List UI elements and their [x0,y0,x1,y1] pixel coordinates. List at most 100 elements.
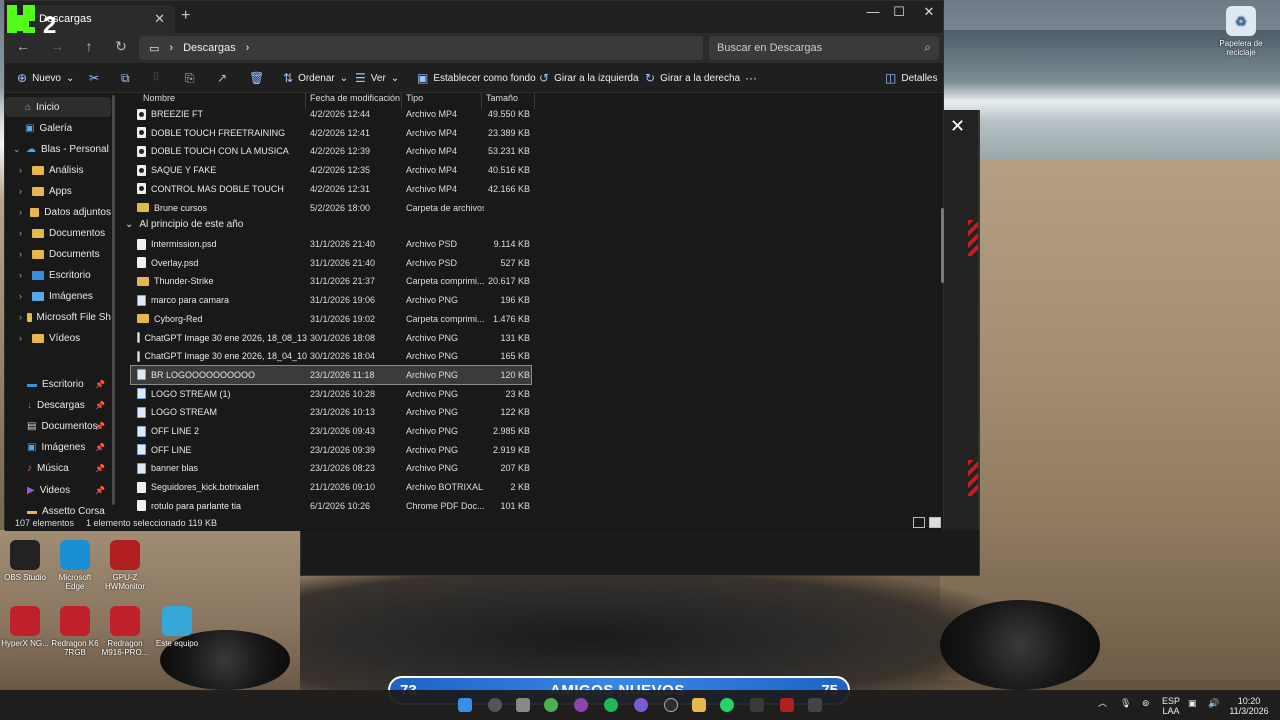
chevron-right-icon[interactable]: › [19,333,27,343]
close-window-button[interactable]: ✕ [913,3,945,23]
refresh-icon[interactable]: ↻ [111,38,131,55]
file-row[interactable]: DOBLE TOUCH CON LA MUSICA 4/2/2026 12:39 A… [131,142,531,160]
vertical-scrollbar[interactable] [941,208,944,283]
chevron-right-icon[interactable]: › [19,165,27,175]
sidebar-item[interactable]: › Imágenes [5,286,111,306]
sidebar-item[interactable]: › Microsoft File Sh [5,307,111,327]
mic-icon[interactable]: 🎙 [1120,698,1131,708]
thumbnail-view-icon[interactable] [929,517,941,528]
chrome-icon[interactable] [544,698,558,712]
quick-access-item[interactable]: ▬ Assetto Corsa [5,501,111,516]
file-row[interactable]: Seguidores_kick.botrixalert 21/1/2026 09:… [131,478,531,496]
spotify-icon[interactable] [604,698,618,712]
file-row[interactable]: marco para camara 31/1/2026 19:06 Archivo … [131,291,531,309]
file-row[interactable]: ChatGPT Image 30 ene 2026, 18_08_13 30/1/… [131,329,531,347]
share-icon[interactable]: ↗ [217,71,227,85]
chevron-down-icon[interactable]: ⌄ [13,144,21,155]
recycle-bin[interactable]: ♻ Papelera de reciclaje [1216,6,1266,57]
volume-icon[interactable]: 🔊 [1208,698,1219,708]
file-row[interactable]: CONTROL MAS DOBLE TOUCH 4/2/2026 12:31 Arc… [131,180,531,198]
file-row[interactable]: Overlay.psd 31/1/2026 21:40 Archivo PSD 527… [131,254,531,272]
obs-icon[interactable] [664,698,678,712]
more-options-button[interactable]: ··· [745,71,757,85]
desktop-shortcut[interactable]: OBS Studio [0,540,50,582]
sidebar-item[interactable]: ⌂ Inicio [5,97,111,117]
copy-icon[interactable]: ⧉ [121,71,130,86]
chevron-up-icon[interactable]: ︿ [1098,698,1107,708]
search-input[interactable]: Buscar en Descargas ⌕ [709,36,939,60]
file-row[interactable]: Thunder-Strike 31/1/2026 21:37 Carpeta com… [131,272,531,290]
chevron-right-icon[interactable]: › [19,186,27,196]
details-view-icon[interactable] [913,517,925,528]
app-icon[interactable] [750,698,764,712]
file-row[interactable]: Brune cursos 5/2/2026 18:00 Carpeta de arc… [131,199,531,217]
rename-icon[interactable]: ⎘ [185,71,195,86]
new-button[interactable]: ⊕ Nuevo ⌄ [17,71,74,85]
discord-icon[interactable] [634,698,648,712]
chevron-right-icon[interactable]: › [19,207,25,217]
sidebar-scrollbar[interactable] [112,95,115,505]
desktop-shortcut[interactable]: GPU-Z HWMonitor [100,540,150,591]
details-button[interactable]: ◫ Detalles [885,71,937,85]
chevron-right-icon[interactable]: › [19,291,27,301]
file-row[interactable]: Cyborg-Red 31/1/2026 19:02 Carpeta comprim… [131,310,531,328]
sidebar-item[interactable]: ▣ Galería [5,118,111,138]
sort-button[interactable]: ⇅ Ordenar ⌄ [283,71,348,85]
file-row[interactable]: rotulo para parlante tia 6/1/2026 10:26 Ch… [131,497,531,515]
tab-close-icon[interactable]: ✕ [154,11,165,27]
breadcrumb[interactable]: ▭ › Descargas › [139,36,703,60]
sidebar-item[interactable]: ⌄ ☁ Blas - Personal [5,139,111,159]
breadcrumb-segment[interactable]: Descargas [183,42,236,54]
desktop-shortcut[interactable]: Este equipo [152,606,202,648]
quick-access-item[interactable]: ↓ Descargas 📌 [5,395,111,415]
sidebar-item[interactable]: › Documentos [5,223,111,243]
desktop-shortcut[interactable]: HyperX NG... [0,606,50,648]
file-row[interactable]: BREEZIE FT 4/2/2026 12:44 Archivo MP4 49.55… [131,105,531,123]
delete-icon[interactable]: 🗑 [249,71,264,85]
whatsapp-icon[interactable] [720,698,734,712]
chevron-right-icon[interactable]: › [19,312,22,322]
rotate-right-button[interactable]: ↻ Girar a la derecha [645,71,740,85]
file-row[interactable]: DOBLE TOUCH FREETRAINING 4/2/2026 12:41 Ar… [131,124,531,142]
view-button[interactable]: ☰ Ver ⌄ [355,71,399,85]
rotate-left-button[interactable]: ↺ Girar a la izquierda [539,71,639,85]
file-row[interactable]: BR LOGOOOOOOOOOO 23/1/2026 11:18 Archivo P… [130,364,532,385]
taskview-icon[interactable] [516,698,530,712]
file-row[interactable]: banner blas 23/1/2026 08:23 Archivo PNG 207… [131,459,531,477]
start-icon[interactable] [458,698,472,712]
file-row[interactable]: OFF LINE 2 23/1/2026 09:43 Archivo PNG 2.98… [131,422,531,440]
app-icon[interactable] [574,698,588,712]
file-row[interactable]: LOGO STREAM (1) 23/1/2026 10:28 Archivo PN… [131,385,531,403]
up-icon[interactable]: ↑ [79,38,99,54]
chevron-right-icon[interactable]: › [19,228,27,238]
file-row[interactable]: LOGO STREAM 23/1/2026 10:13 Archivo PNG 122… [131,403,531,421]
desktop-shortcut[interactable]: Microsoft Edge [50,540,100,591]
clock[interactable]: 10:20 11/3/2026 [1226,696,1272,716]
file-explorer-icon[interactable] [692,698,706,712]
sidebar-item[interactable]: › Apps [5,181,111,201]
set-background-button[interactable]: ▣ Establecer como fondo [417,71,536,85]
quick-access-item[interactable]: ▣ Imágenes 📌 [5,437,111,457]
chevron-right-icon[interactable]: › [19,270,27,280]
quick-access-item[interactable]: ♪ Música 📌 [5,458,111,478]
search-icon[interactable] [488,698,502,712]
sidebar-item[interactable]: › Análisis [5,160,111,180]
language-indicator[interactable]: ESP LAA [1162,696,1180,716]
paste-icon[interactable]: ▯ [153,71,159,82]
sidebar-item[interactable]: › Escritorio [5,265,111,285]
file-row[interactable]: ChatGPT Image 30 ene 2026, 18_04_10 30/1/… [131,347,531,365]
quick-access-item[interactable]: ▶ Videos 📌 [5,480,111,500]
chevron-right-icon[interactable]: › [19,249,27,259]
quick-access-item[interactable]: ▬ Escritorio 📌 [5,374,111,394]
sidebar-item[interactable]: › Datos adjuntos [5,202,111,222]
desktop-shortcut[interactable]: Redragon K6 7RGB [50,606,100,657]
sidebar-item[interactable]: › Vídeos [5,328,111,348]
group-header[interactable]: ⌄ Al principio de este año [125,219,243,230]
app-icon[interactable] [808,698,822,712]
new-tab-button[interactable]: + [181,7,190,25]
desktop-shortcut[interactable]: Redragon M916-PRO... [100,606,150,657]
forward-icon[interactable]: → [47,38,67,54]
file-row[interactable]: Intermission.psd 31/1/2026 21:40 Archivo P… [131,235,531,253]
file-row[interactable]: SAQUE Y FAKE 4/2/2026 12:35 Archivo MP4 40.… [131,161,531,179]
app-icon[interactable] [780,698,794,712]
